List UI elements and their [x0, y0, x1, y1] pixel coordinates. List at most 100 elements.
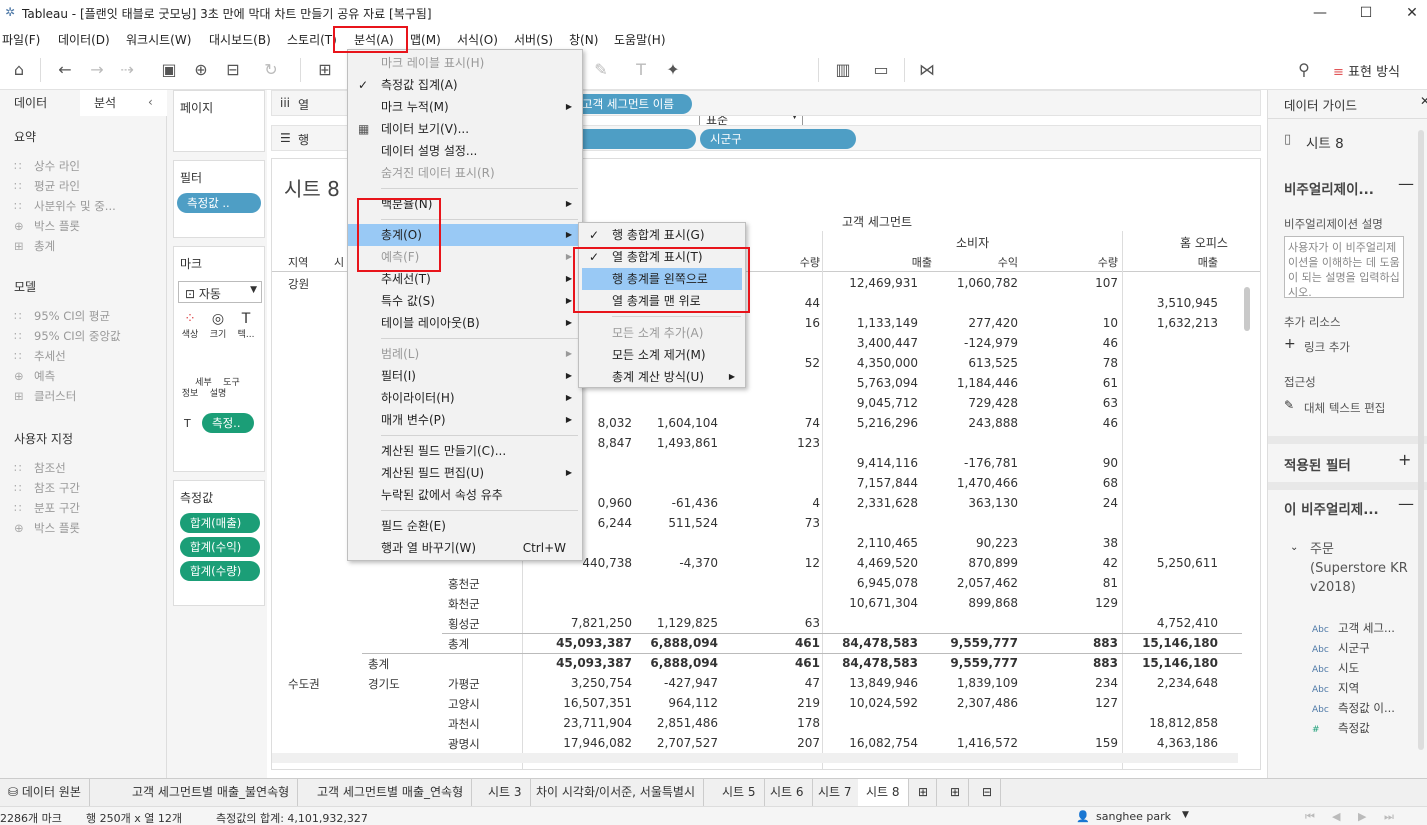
plus-icon[interactable]: + [1398, 450, 1411, 469]
row-pill-sigungu[interactable]: 시군구 [700, 129, 856, 149]
row-pill-segment[interactable] [572, 129, 696, 149]
menu-8[interactable]: 서버(S) [514, 31, 553, 48]
sheet-tab[interactable]: 차이 시각화/이서준, 서울특별시 [528, 779, 705, 806]
refresh-icon[interactable]: ↻ [260, 59, 282, 81]
maximize-icon[interactable]: ☐ [1343, 0, 1389, 27]
field-item[interactable]: Abc 측정값 이... [1312, 700, 1395, 716]
new-worksheet-icon[interactable]: ⊞ [910, 779, 938, 806]
tab-data[interactable]: 데이터 [0, 90, 80, 116]
sheet-tab[interactable]: 고객 세그먼트별 매출_연속형 [309, 779, 473, 806]
analysis-menu-item[interactable]: 마크 누적(M) ▶ [348, 96, 582, 118]
chevron-down-icon[interactable]: ▼ [1182, 810, 1189, 820]
analysis-menu-item[interactable]: ✓ 측정값 집계(A) [348, 74, 582, 96]
clip-icon[interactable]: ✎ [590, 59, 612, 81]
analysis-menu-item[interactable]: 하이라이터(H) ▶ [348, 387, 582, 409]
tab-analytics[interactable]: 분석 [80, 90, 167, 116]
bar-chart-icon[interactable]: ▥ [832, 59, 854, 81]
tooltip-button[interactable]: 도구 설명 [206, 367, 240, 411]
field-item[interactable]: Abc 시도 [1312, 660, 1359, 676]
analysis-menu-item[interactable]: 테이블 레이아웃(B) ▶ [348, 312, 582, 334]
analytics-item[interactable]: ∷ 분포 구간 [14, 500, 80, 516]
totals-menu-item[interactable]: 모든 소계 제거(M) [579, 344, 745, 366]
viz-section-title[interactable]: 비주얼리제이... [1284, 178, 1374, 198]
analytics-item[interactable]: ∷ 참조 구간 [14, 480, 80, 496]
analysis-menu-item[interactable]: 범례(L) ▶ [348, 343, 582, 365]
add-link-button[interactable]: 링크 추가 [1304, 339, 1350, 355]
menu-6[interactable]: 맵(M) [410, 31, 441, 48]
status-user[interactable]: sanghee park [1096, 810, 1171, 823]
presentation-icon[interactable]: ▭ [870, 59, 892, 81]
analysis-menu-item[interactable]: 숨겨진 데이터 표시(R) [348, 162, 582, 184]
analytics-item[interactable]: ∷ 95% CI의 평균 [14, 308, 110, 324]
collapse-icon[interactable]: — [1398, 174, 1414, 193]
sheet-tab[interactable]: 시트 8 [858, 779, 909, 806]
field-item[interactable]: Abc 시군구 [1312, 640, 1370, 656]
menu-9[interactable]: 창(N) [569, 31, 598, 48]
vertical-scrollbar[interactable] [1244, 287, 1250, 331]
measure-pill-profit[interactable]: 합계(수익) [180, 537, 260, 557]
menu-7[interactable]: 서식(O) [457, 31, 498, 48]
sheet-tab[interactable]: 고객 세그먼트별 매출_불연속형 [124, 779, 299, 806]
sheet-tab[interactable]: 시트 5 [714, 779, 765, 806]
analysis-menu-item[interactable]: 행과 열 바꾸기(W) Ctrl+W [348, 537, 582, 559]
analytics-item[interactable]: ∷ 상수 라인 [14, 158, 80, 174]
pin-panel-icon[interactable]: ⚲ [1293, 59, 1315, 81]
pause-update-icon[interactable]: ⊟ [222, 59, 244, 81]
sheet-tab[interactable]: 시트 3 [480, 779, 531, 806]
detail-button[interactable]: 세부 정보 [178, 367, 212, 411]
sheet-tab[interactable]: 시트 7 [810, 779, 861, 806]
vertical-scrollbar[interactable] [1418, 130, 1424, 750]
analytics-item[interactable]: ∷ 사분위수 및 중... [14, 198, 116, 214]
filters-card[interactable]: 필터 측정값 .. [173, 160, 265, 238]
analytics-item[interactable]: ⊕ 박스 플롯 [14, 218, 80, 234]
replay-icon[interactable]: ⇢ [116, 59, 138, 81]
undo-icon[interactable]: ← [54, 59, 76, 81]
sheet-tab[interactable]: 시트 6 [762, 779, 813, 806]
totals-menu-item[interactable]: 모든 소계 추가(A) [579, 322, 745, 344]
analysis-menu-item[interactable]: 마크 레이블 표시(H) [348, 52, 582, 74]
sheet-tab[interactable]: ⛁ 데이터 원본 [0, 779, 90, 806]
last-page-icon[interactable]: ⏭ [1384, 810, 1394, 824]
menu-2[interactable]: 워크시트(W) [126, 31, 191, 48]
analytics-item[interactable]: ⊕ 박스 플롯 [14, 520, 80, 536]
pin-icon[interactable]: ✦ [662, 59, 684, 81]
menu-4[interactable]: 스토리(T) [287, 31, 337, 48]
marks-pill[interactable]: 측정.. [202, 413, 254, 433]
close-icon[interactable]: ✕ [1420, 94, 1427, 108]
text-button[interactable]: T 텍... [234, 311, 258, 340]
applied-filters-title[interactable]: 적용된 필터 [1284, 454, 1351, 474]
plus-icon[interactable]: + [1284, 336, 1296, 352]
home-icon[interactable]: ⌂ [8, 59, 30, 81]
analysis-menu-item[interactable]: 필드 순환(E) [348, 515, 582, 537]
analytics-item[interactable]: ∷ 참조선 [14, 460, 66, 476]
share-icon[interactable]: ⋈ [916, 59, 938, 81]
analysis-menu-item[interactable]: 계산된 필드 만들기(C)... [348, 440, 582, 462]
chevron-down-icon[interactable]: ⌄ [1290, 542, 1298, 553]
filter-pill[interactable]: 측정값 .. [177, 193, 261, 213]
field-item[interactable]: Abc 지역 [1312, 680, 1359, 696]
minimize-icon[interactable]: — [1297, 0, 1343, 27]
totals-menu-item[interactable]: ✓ 행 총합계 표시(G) [579, 224, 745, 246]
pages-card[interactable]: 페이지 [173, 90, 265, 152]
text-icon[interactable]: T [630, 59, 652, 81]
menu-10[interactable]: 도움말(H) [614, 31, 666, 48]
color-button[interactable]: ⁘ 색상 [178, 311, 202, 340]
close-icon[interactable]: ✕ [1389, 0, 1427, 27]
menu-0[interactable]: 파일(F) [2, 31, 40, 48]
analytics-item[interactable]: ∷ 95% CI의 중앙값 [14, 328, 121, 344]
horizontal-scrollbar[interactable] [272, 753, 1238, 763]
new-sheet-icon[interactable]: ⊞ [314, 59, 336, 81]
analysis-menu-item[interactable]: ▦ 데이터 보기(V)... [348, 118, 582, 140]
analysis-menu-item[interactable]: 계산된 필드 편집(U) ▶ [348, 462, 582, 484]
analytics-item[interactable]: ⊞ 클러스터 [14, 388, 76, 404]
analysis-menu-item[interactable]: 필터(I) ▶ [348, 365, 582, 387]
this-viz-title[interactable]: 이 비주얼리제... [1284, 498, 1379, 518]
save-icon[interactable]: ▣ [158, 59, 180, 81]
alt-text-button[interactable]: 대체 텍스트 편집 [1304, 400, 1385, 416]
first-page-icon[interactable]: ⏮ [1305, 810, 1315, 824]
menu-1[interactable]: 데이터(D) [58, 31, 110, 48]
menu-3[interactable]: 대시보드(B) [209, 31, 271, 48]
analytics-item[interactable]: ⊞ 총계 [14, 238, 55, 254]
measure-pill-quantity[interactable]: 합계(수량) [180, 561, 260, 581]
prev-page-icon[interactable]: ◀ [1332, 810, 1340, 823]
